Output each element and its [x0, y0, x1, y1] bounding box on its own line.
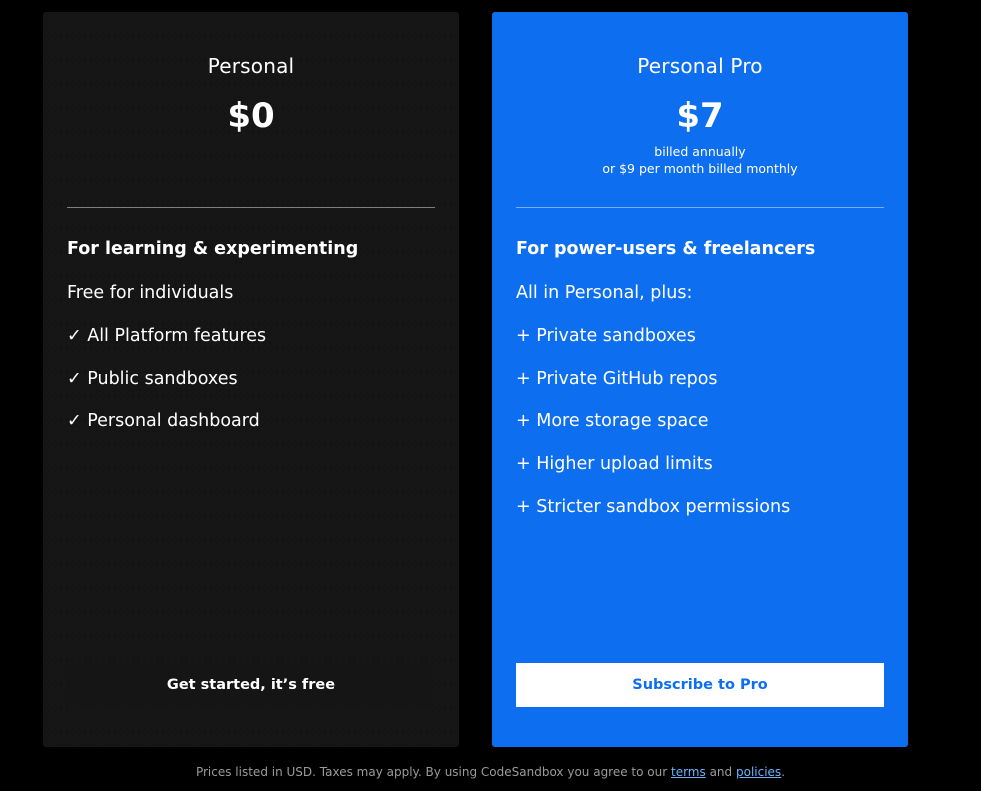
divider [67, 207, 435, 208]
pricing-page: Personal $0 For learning & experimenting… [0, 0, 981, 791]
feature-item: ✓ Personal dashboard [67, 411, 260, 432]
feature-list: Free for individuals ✓ All Platform feat… [67, 282, 266, 453]
policies-link[interactable]: policies [736, 765, 781, 779]
feature-item: All in Personal, plus: [516, 283, 693, 303]
footer-text-end: . [781, 765, 786, 779]
footer-text: Prices listed in USD. Taxes may apply. B… [195, 765, 671, 779]
terms-link[interactable]: terms [671, 765, 706, 779]
feature-item: ✓ Public sandboxes [67, 368, 238, 389]
footer-text-and: and [705, 765, 736, 779]
billing-info: billed annually or $9 per month billed m… [492, 143, 908, 177]
billing-line-monthly: or $9 per month billed monthly [602, 161, 798, 176]
plan-card-personal: Personal $0 For learning & experimenting… [43, 12, 459, 747]
plan-tagline: For power-users & freelancers [516, 239, 816, 259]
billing-line-annual: billed annually [654, 144, 746, 159]
feature-item: + More storage space [516, 411, 709, 432]
divider [516, 207, 884, 208]
plan-price: $7 [676, 96, 724, 136]
feature-item: ✓ All Platform features [67, 325, 267, 346]
footer-legal-note: Prices listed in USD. Taxes may apply. B… [0, 765, 981, 779]
feature-item: + Higher upload limits [516, 454, 713, 475]
feature-list: All in Personal, plus: + Private sandbox… [516, 282, 790, 539]
plan-card-personal-pro: Personal Pro $7 billed annually or $9 pe… [492, 12, 908, 747]
plan-tagline: For learning & experimenting [67, 239, 359, 259]
plan-price: $0 [227, 96, 275, 136]
feature-item: + Private GitHub repos [516, 368, 718, 389]
plan-name: Personal [207, 54, 295, 78]
feature-item: + Stricter sandbox permissions [516, 496, 791, 517]
feature-item: + Private sandboxes [516, 325, 696, 346]
feature-item: Free for individuals [67, 283, 234, 303]
subscribe-to-pro-button[interactable]: Subscribe to Pro [516, 663, 884, 707]
get-started-button[interactable]: Get started, it’s free [67, 663, 435, 707]
plan-name: Personal Pro [637, 54, 763, 78]
